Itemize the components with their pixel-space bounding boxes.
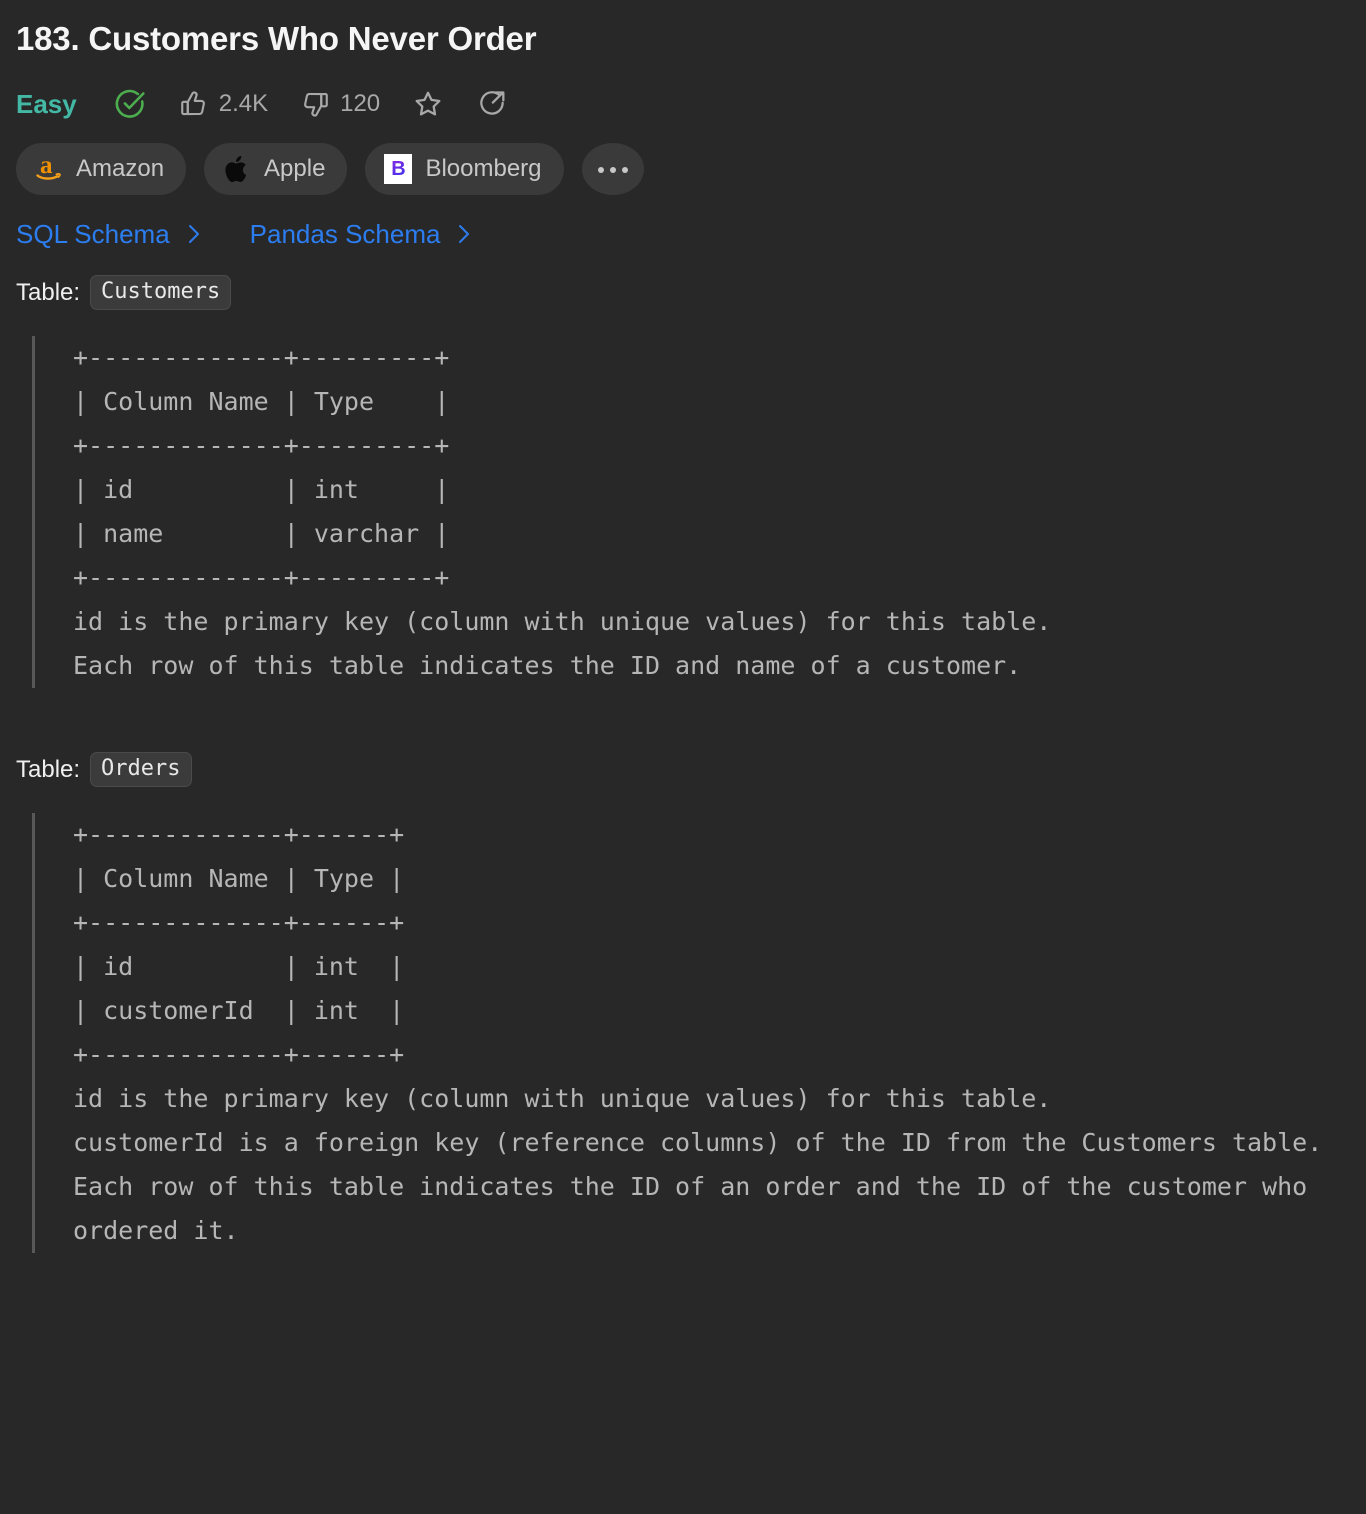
company-tag-bloomberg[interactable]: B Bloomberg [365,142,564,195]
sql-schema-label: SQL Schema [16,218,170,249]
table-name-chip: Customers [90,274,232,311]
ascii-table-orders: +-------------+------+ | Column Name | T… [73,820,405,1070]
table-heading-label: Table: [16,278,81,306]
like-button[interactable]: 2.4K [179,89,268,119]
ellipsis-icon [595,160,631,178]
amazon-logo-icon: a [34,153,64,184]
chevron-right-icon [454,222,474,246]
dislike-count: 120 [340,89,381,117]
table-name-chip: Orders [90,752,192,788]
thumbs-up-icon [179,89,209,119]
table-heading-label: Table: [16,755,81,783]
table-notes-customers: id is the primary key (column with uniqu… [73,607,1052,681]
company-tag-label: Apple [264,154,326,182]
company-tag-label: Bloomberg [425,154,542,182]
thumbs-down-icon [300,89,330,119]
company-tag-apple[interactable]: Apple [204,142,348,195]
ascii-table-customers: +-------------+---------+ | Column Name … [73,343,450,593]
table-notes-orders: id is the primary key (column with uniqu… [73,1084,1323,1246]
page-title: 183. Customers Who Never Order [16,20,537,57]
schema-codeblock-customers: +-------------+---------+ | Column Name … [32,336,1350,689]
table-heading-customers: Table: Customers [16,274,1350,311]
bloomberg-logo-icon: B [383,153,413,184]
chevron-right-icon [184,222,204,246]
table-heading-orders: Table: Orders [16,752,1350,788]
pandas-schema-link[interactable]: Pandas Schema [250,221,475,247]
like-count: 2.4K [218,89,269,117]
more-companies-button[interactable] [581,142,644,195]
star-icon [412,88,444,120]
schema-links: SQL Schema Pandas Schema [16,221,1350,247]
check-circle-icon [113,87,147,121]
problem-meta-row: Easy 2.4K 120 [16,81,1350,127]
share-icon [476,88,508,120]
solved-status [113,87,147,121]
problem-page: 183. Customers Who Never Order Easy 2.4K [0,0,1366,1254]
favorite-button[interactable] [412,88,444,120]
sql-schema-link[interactable]: SQL Schema [16,221,204,247]
schema-codeblock-orders: +-------------+------+ | Column Name | T… [32,813,1350,1254]
dislike-button[interactable]: 120 [300,89,380,119]
company-tag-amazon[interactable]: a Amazon [16,142,187,195]
company-tag-label: Amazon [76,154,165,182]
difficulty-badge: Easy [16,88,77,119]
share-button[interactable] [476,88,508,120]
apple-logo-icon [222,154,252,184]
company-tags: a Amazon Apple B Bloomberg [16,142,1350,195]
pandas-schema-label: Pandas Schema [249,218,441,249]
